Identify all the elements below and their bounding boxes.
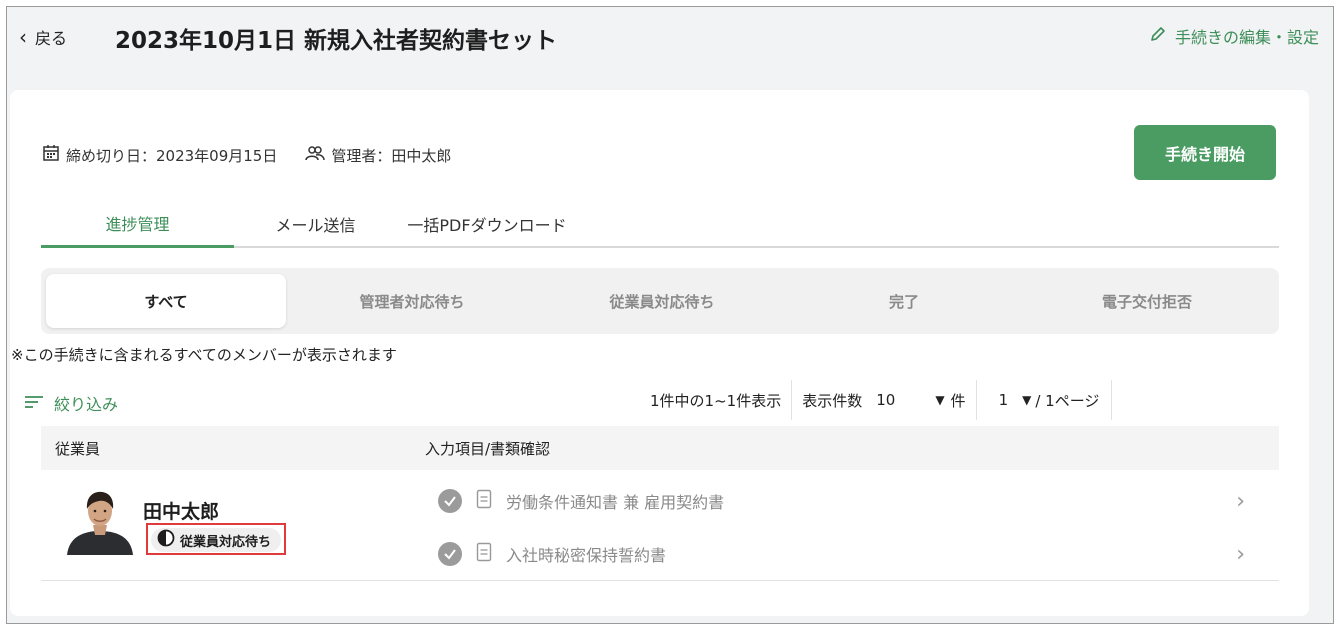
procedure-meta: 締め切り日：2023年09月15日 管理者：田中太郎 [42,144,451,166]
employee-name[interactable]: 田中太郎 [143,497,219,524]
member-note: ※この手続きに含まれるすべてのメンバーが表示されます [11,346,397,364]
pagination: 1件中の1~1件表示 表示件数 10 ▼ 件 1 ▼ / 1ページ [640,380,1113,420]
per-page-unit: 件 [950,391,966,410]
status-filter-refused[interactable]: 電子交付拒否 [1022,274,1272,328]
document-icon [476,489,492,513]
deadline-text: 締め切り日：2023年09月15日 [66,146,278,165]
main-tabs: 進捗管理 メール送信 一括PDFダウンロード [41,210,1279,248]
avatar [67,485,133,555]
status-filter-all[interactable]: すべて [46,274,286,328]
half-circle-icon [157,529,175,551]
edit-settings-link[interactable]: 手続きの編集・設定 [1149,24,1319,48]
page-total: / 1ページ [1035,391,1100,410]
start-procedure-button[interactable]: 手続き開始 [1134,125,1276,180]
page-title: 2023年10月1日 新規入社者契約書セット [115,28,558,54]
document-label: 入社時秘密保持誓約書 [506,546,667,565]
page-select[interactable]: 1 ▼ / 1ページ [975,380,1113,420]
tab-bulk-pdf[interactable]: 一括PDFダウンロード [397,212,577,246]
tab-progress[interactable]: 進捗管理 [41,211,234,248]
result-summary: 1件中の1~1件表示 [650,391,782,410]
calendar-icon [42,144,60,166]
status-filter-admin-waiting[interactable]: 管理者対応待ち [286,274,538,328]
app-frame: ‹ 戻る 2023年10月1日 新規入社者契約書セット 手続きの編集・設定 締め… [6,6,1334,624]
check-circle-icon [438,489,462,513]
edit-settings-label: 手続きの編集・設定 [1174,28,1319,47]
back-button[interactable]: ‹ 戻る [19,25,67,49]
chevron-right-icon[interactable]: › [1236,489,1245,514]
filter-icon [24,394,44,413]
per-page-select[interactable]: 表示件数 10 ▼ 件 [791,380,975,420]
users-icon [305,145,326,165]
column-documents: 入力項目/書類確認 [425,439,551,458]
document-item[interactable]: 労働条件通知書 兼 雇用契約書 [438,489,724,513]
document-label: 労働条件通知書 兼 雇用契約書 [506,493,725,512]
caret-down-icon: ▼ [935,393,945,407]
page-value: 1 [998,391,1009,409]
document-item[interactable]: 入社時秘密保持誓約書 [438,542,666,566]
table-row[interactable]: 田中太郎 従業員対応待ち 労働条件通知書 兼 雇用契約書 › 入社時秘密保持誓約… [41,471,1279,581]
tab-mail[interactable]: メール送信 [234,212,397,246]
page-header: ‹ 戻る 2023年10月1日 新規入社者契約書セット 手続きの編集・設定 [7,7,1333,67]
per-page-label: 表示件数 [802,391,863,410]
filter-label: 絞り込み [54,395,119,414]
chevron-right-icon[interactable]: › [1236,542,1245,567]
chevron-left-icon: ‹ [19,25,27,49]
procedure-card: 締め切り日：2023年09月15日 管理者：田中太郎 手続き開始 進捗管理 メー… [10,90,1309,616]
filter-button[interactable]: 絞り込み [24,391,118,415]
document-icon [476,542,492,566]
status-filter-employee-waiting[interactable]: 従業員対応待ち [538,274,786,328]
status-filter-complete[interactable]: 完了 [786,274,1022,328]
per-page-value: 10 [876,391,896,409]
table-header: 従業員 入力項目/書類確認 [41,426,1279,470]
status-filter-bar: すべて 管理者対応待ち 従業員対応待ち 完了 電子交付拒否 [41,268,1279,334]
status-label: 従業員対応待ち [180,534,272,550]
check-circle-icon [438,542,462,566]
deadline-info: 締め切り日：2023年09月15日 [42,144,277,166]
pencil-icon [1149,25,1167,47]
manager-text: 管理者：田中太郎 [331,146,452,165]
manager-info: 管理者：田中太郎 [305,145,451,166]
status-badge: 従業員対応待ち [146,523,287,555]
caret-down-icon: ▼ [1022,393,1032,407]
column-employee: 従業員 [55,439,101,458]
back-label: 戻る [35,29,68,48]
